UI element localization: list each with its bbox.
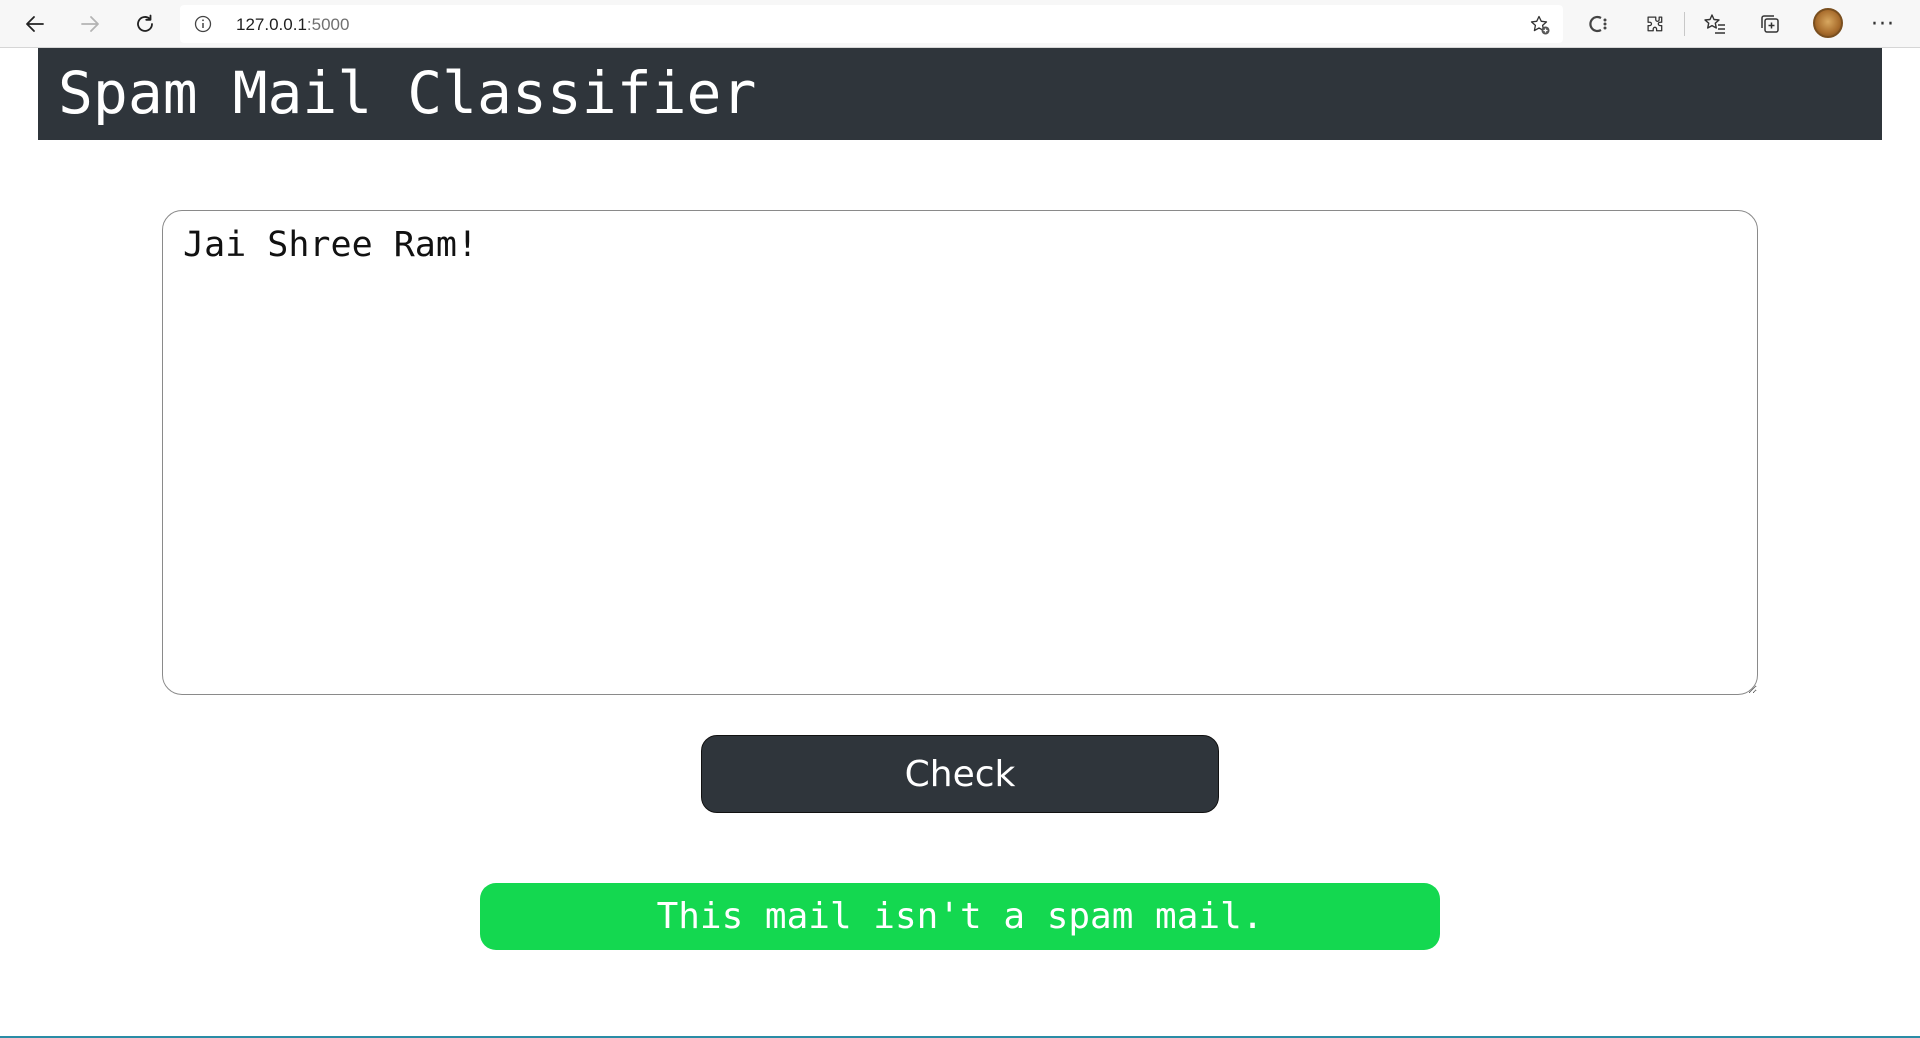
favorites-button[interactable] — [1700, 9, 1730, 39]
browser-toolbar: 127.0.0.1:5000 ··· — [0, 0, 1920, 48]
more-button[interactable]: ··· — [1868, 9, 1898, 39]
page-title: Spam Mail Classifier — [58, 59, 757, 127]
url-host: 127.0.0.1 — [236, 15, 307, 34]
forward-arrow-icon — [81, 16, 99, 32]
copilot-button[interactable] — [1584, 9, 1614, 39]
extensions-button[interactable] — [1640, 9, 1670, 39]
refresh-icon — [137, 14, 153, 32]
check-button[interactable]: Check — [701, 735, 1219, 813]
result-message: This mail isn't a spam mail. — [656, 896, 1264, 937]
profile-avatar[interactable] — [1813, 8, 1843, 38]
add-favorite-icon[interactable] — [1529, 14, 1551, 36]
forward-button[interactable] — [73, 7, 107, 41]
info-icon[interactable] — [194, 15, 212, 33]
collections-button[interactable] — [1755, 9, 1785, 39]
favorites-icon — [1704, 14, 1725, 34]
refresh-button[interactable] — [128, 7, 162, 41]
address-bar[interactable]: 127.0.0.1:5000 — [180, 5, 1563, 43]
extensions-icon — [1647, 16, 1663, 32]
copilot-icon — [1589, 15, 1607, 33]
page-header: Spam Mail Classifier — [38, 48, 1882, 140]
collections-icon — [1761, 15, 1779, 33]
back-button[interactable] — [18, 7, 52, 41]
result-banner: This mail isn't a spam mail. — [480, 883, 1440, 950]
more-icon: ··· — [1871, 11, 1895, 37]
url-text[interactable]: 127.0.0.1:5000 — [236, 15, 349, 35]
mail-text-input[interactable]: Jai Shree Ram! — [162, 210, 1758, 695]
toolbar-divider — [1684, 12, 1685, 36]
url-port: :5000 — [306, 15, 350, 34]
back-arrow-icon — [26, 16, 44, 32]
